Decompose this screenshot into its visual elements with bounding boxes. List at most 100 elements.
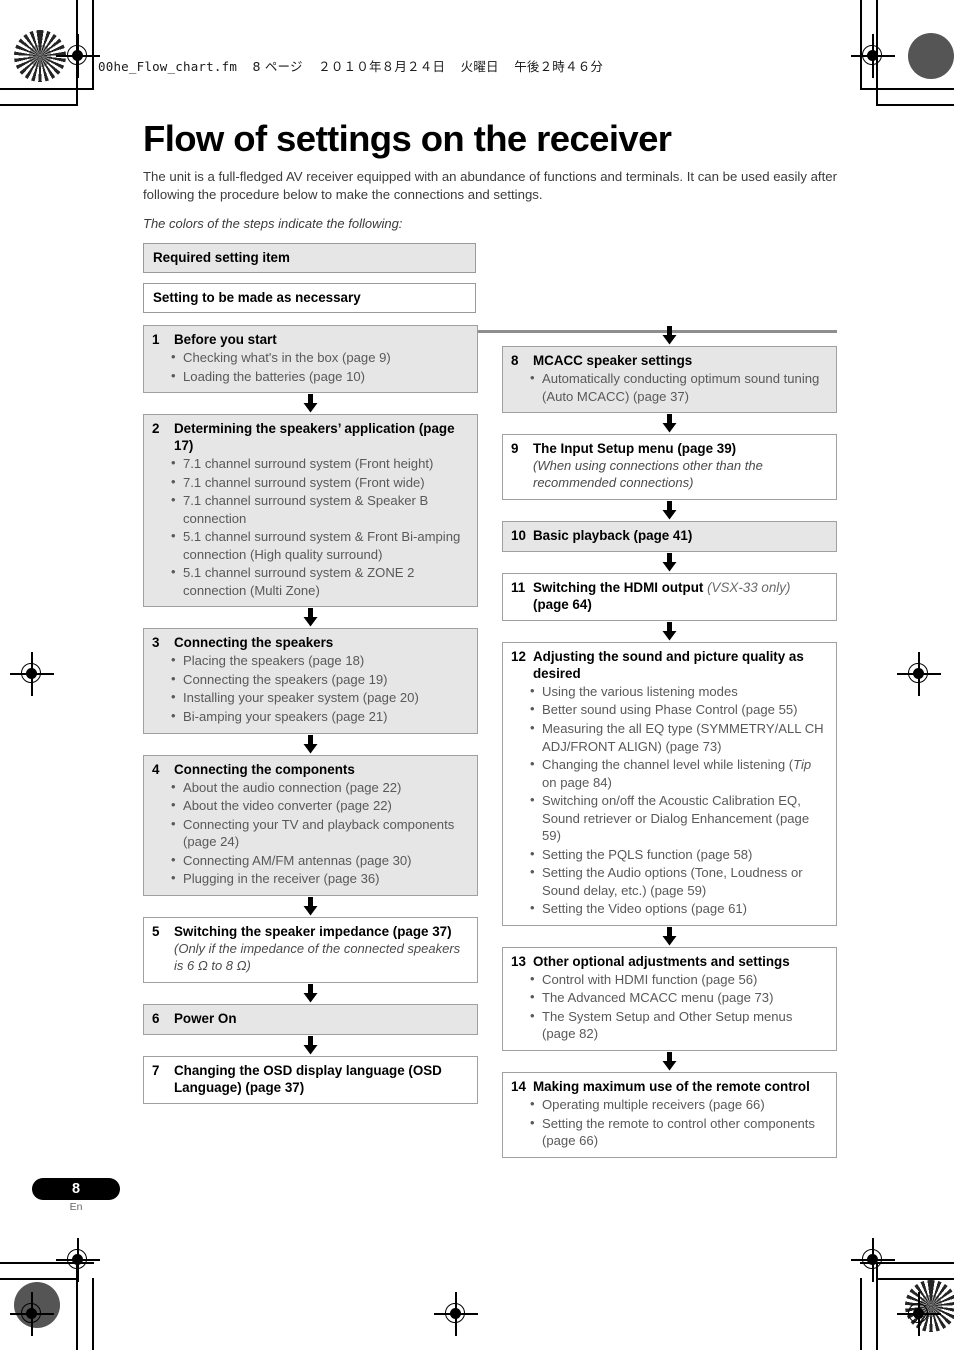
step-bullet-item[interactable]: About the audio connection (page 22) xyxy=(152,778,469,797)
flow-step-6[interactable]: 6 Power On xyxy=(143,1003,478,1035)
page-intro-text: The unit is a full-fledged AV receiver e… xyxy=(143,169,837,202)
flow-step-8[interactable]: 8 MCACC speaker settingsAutomatically con… xyxy=(502,346,837,414)
flow-arrow-down-icon xyxy=(143,896,478,917)
step-title: Power On xyxy=(174,1010,237,1026)
step-bullet-item[interactable]: 5.1 channel surround system & ZONE 2 con… xyxy=(152,563,469,599)
crop-line xyxy=(876,0,878,106)
step-bullet-list: Automatically conducting optimum sound t… xyxy=(511,369,828,405)
step-bullet-item[interactable]: 7.1 channel surround system (Front heigh… xyxy=(152,454,469,473)
step-title: Determining the speakers’ application (p… xyxy=(174,421,455,454)
file-header-line: 00he_Flow_chart.fm 8 ページ ２０１０年８月２４日 火曜日 … xyxy=(98,56,603,75)
flow-step-1[interactable]: 1 Before you startChecking what's in the … xyxy=(143,325,478,394)
step-number: 6 xyxy=(152,1010,160,1026)
step-bullet-item[interactable]: Setting the Video options (page 61) xyxy=(511,899,828,918)
step-bullet-item[interactable]: Measuring the all EQ type (SYMMETRY/ALL … xyxy=(511,719,828,755)
crop-line xyxy=(860,0,862,90)
flow-arrow-down-icon xyxy=(502,500,837,521)
step-bullet-item[interactable]: Setting the remote to control other comp… xyxy=(511,1114,828,1150)
step-bullet-item[interactable]: Checking what's in the box (page 9) xyxy=(152,348,469,367)
step-bullet-item[interactable]: Installing your speaker system (page 20) xyxy=(152,688,469,707)
step-bullet-list: Control with HDMI function (page 56)The … xyxy=(511,970,828,1043)
registration-crosshair xyxy=(897,652,941,696)
step-heading: 7 Changing the OSD display language (OSD … xyxy=(152,1062,469,1096)
step-bullet-item[interactable]: Setting the Audio options (Tone, Loudnes… xyxy=(511,863,828,899)
step-heading: 11 Switching the HDMI output (VSX-33 only… xyxy=(511,579,828,613)
step-title: The Input Setup menu (page 39) xyxy=(533,441,737,457)
step-bullet-item[interactable]: Control with HDMI function (page 56) xyxy=(511,970,828,989)
step-heading: 3 Connecting the speakers xyxy=(152,634,469,651)
crop-line xyxy=(76,0,78,106)
crop-line xyxy=(860,1278,862,1350)
step-bullet-item[interactable]: 5.1 channel surround system & Front Bi-a… xyxy=(152,527,469,563)
step-number: 11 xyxy=(511,579,526,595)
step-bullet-item[interactable]: Setting the PQLS function (page 58) xyxy=(511,845,828,864)
registration-crosshair xyxy=(851,1238,895,1282)
step-bullet-item[interactable]: The Advanced MCACC menu (page 73) xyxy=(511,988,828,1007)
step-heading: 9 The Input Setup menu (page 39) xyxy=(511,440,828,457)
legend-required-setting-item: Required setting item xyxy=(143,243,476,274)
step-heading: 1 Before you start xyxy=(152,331,469,348)
step-condition-note: (Only if the impedance of the connected … xyxy=(174,940,461,973)
flow-arrow-down-icon xyxy=(502,621,837,642)
step-number: 5 xyxy=(152,923,160,939)
step-title: Basic playback (page 41) xyxy=(533,527,693,543)
step-heading: 5 Switching the speaker impedance (page 3… xyxy=(152,923,469,940)
step-bullet-item[interactable]: Loading the batteries (page 10) xyxy=(152,367,469,386)
flow-step-4[interactable]: 4 Connecting the componentsAbout the audi… xyxy=(143,754,478,896)
step-bullet-item[interactable]: Using the various listening modes xyxy=(511,682,828,701)
flow-step-9[interactable]: 9 The Input Setup menu (page 39) (When usi… xyxy=(502,434,837,500)
flow-step-10[interactable]: 10 Basic playback (page 41) xyxy=(502,520,837,552)
crop-line xyxy=(92,1278,94,1350)
registration-crosshair xyxy=(10,652,54,696)
step-bullet-item[interactable]: Plugging in the receiver (page 36) xyxy=(152,869,469,888)
step-bullet-item[interactable]: About the video converter (page 22) xyxy=(152,796,469,815)
step-bullet-item[interactable]: Connecting the speakers (page 19) xyxy=(152,670,469,689)
step-title: Switching the HDMI output (VSX-33 only) … xyxy=(533,579,791,612)
step-bullet-item[interactable]: Placing the speakers (page 18) xyxy=(152,651,469,670)
step-bullet-item[interactable]: Better sound using Phase Control (page 5… xyxy=(511,701,828,719)
step-title: Connecting the components xyxy=(174,761,355,777)
step-bullet-item[interactable]: Switching on/off the Acoustic Calibratio… xyxy=(511,791,828,845)
step-heading: 12 Adjusting the sound and picture qualit… xyxy=(511,648,828,682)
step-number: 4 xyxy=(152,761,160,777)
halftone-target-top-left xyxy=(14,30,66,82)
flow-arrow-down-icon xyxy=(143,1035,478,1056)
step-heading: 6 Power On xyxy=(152,1010,469,1027)
step-bullet-item[interactable]: 7.1 channel surround system (Front wide) xyxy=(152,473,469,492)
step-bullet-item[interactable]: Connecting your TV and playback componen… xyxy=(152,815,469,851)
flow-step-13[interactable]: 13 Other optional adjustments and setting… xyxy=(502,946,837,1051)
crop-line xyxy=(0,88,94,90)
flow-arrow-down-icon xyxy=(502,1051,837,1072)
settings-flow-chart: 1 Before you startChecking what's in the … xyxy=(143,325,837,1158)
flow-step-3[interactable]: 3 Connecting the speakersPlacing the spea… xyxy=(143,628,478,734)
registration-crosshair xyxy=(897,1292,941,1336)
step-bullet-item[interactable]: Operating multiple receivers (page 66) xyxy=(511,1095,828,1114)
crop-line xyxy=(876,104,954,106)
step-bullet-item[interactable]: Changing the channel level while listeni… xyxy=(511,755,828,791)
step-bullet-item[interactable]: Automatically conducting optimum sound t… xyxy=(511,369,828,405)
step-bullet-list: Checking what's in the box (page 9)Loadi… xyxy=(152,348,469,386)
flow-step-11[interactable]: 11 Switching the HDMI output (VSX-33 only… xyxy=(502,572,837,621)
flow-step-14[interactable]: 14 Making maximum use of the remote contr… xyxy=(502,1072,837,1158)
step-title: Adjusting the sound and picture quality … xyxy=(533,648,804,681)
legend-note: The colors of the steps indicate the fol… xyxy=(143,216,403,232)
flow-step-7[interactable]: 7 Changing the OSD display language (OSD … xyxy=(143,1055,478,1104)
step-bullet-item[interactable]: 7.1 channel surround system & Speaker B … xyxy=(152,491,469,527)
step-bullet-item[interactable]: Bi-amping your speakers (page 21) xyxy=(152,707,469,726)
crop-line xyxy=(0,104,78,106)
registration-crosshair xyxy=(851,34,895,78)
step-bullet-item[interactable]: Connecting AM/FM antennas (page 30) xyxy=(152,851,469,870)
step-number: 2 xyxy=(152,421,160,437)
flow-arrow-down-icon xyxy=(502,552,837,573)
flow-step-12[interactable]: 12 Adjusting the sound and picture qualit… xyxy=(502,641,837,926)
flow-step-2[interactable]: 2 Determining the speakers’ application (… xyxy=(143,414,478,608)
crop-line xyxy=(0,1278,78,1280)
step-bullet-item[interactable]: The System Setup and Other Setup menus (… xyxy=(511,1007,828,1043)
crop-line xyxy=(92,0,94,90)
solid-target-top-right xyxy=(908,33,954,79)
language-code: En xyxy=(69,1201,83,1213)
crop-line xyxy=(860,88,954,90)
flow-step-5[interactable]: 5 Switching the speaker impedance (page 3… xyxy=(143,916,478,983)
registration-crosshair xyxy=(56,1238,100,1282)
step-title: Connecting the speakers xyxy=(174,635,334,651)
